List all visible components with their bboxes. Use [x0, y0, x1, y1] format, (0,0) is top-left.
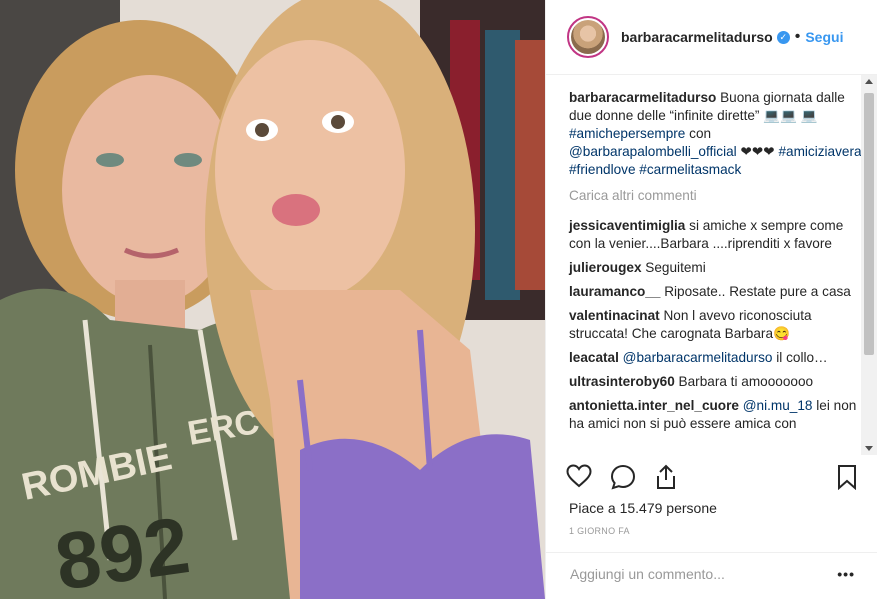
- hashtag-link[interactable]: #friendlove: [569, 162, 636, 177]
- comment-item: jessicaventimiglia si amiche x sempre co…: [569, 217, 862, 253]
- bookmark-icon[interactable]: [837, 464, 857, 490]
- comment-author[interactable]: julierougex: [569, 260, 642, 275]
- post-photo[interactable]: ERC ROMBIE 892: [0, 0, 545, 599]
- post-sidebar: barbaracarmelitadurso ✓ • Segui barbarac…: [545, 0, 877, 599]
- avatar[interactable]: [567, 16, 609, 58]
- comment-author[interactable]: leacatal: [569, 350, 619, 365]
- comment-item: valentinacinat Non l avevo riconosciuta …: [569, 307, 862, 343]
- scroll-up-arrow-icon[interactable]: [865, 79, 873, 84]
- hashtag-link[interactable]: #carmelitasmack: [639, 162, 741, 177]
- comment-item: leacatal @barbaracarmelitadurso il collo…: [569, 349, 862, 367]
- verified-badge-icon: ✓: [776, 30, 790, 44]
- comment-author[interactable]: antonietta.inter_nel_cuore: [569, 398, 739, 413]
- heart-icon[interactable]: [566, 464, 592, 488]
- username-link[interactable]: barbaracarmelitadurso: [621, 29, 773, 45]
- add-comment-input[interactable]: [568, 565, 832, 583]
- load-more-comments-button[interactable]: Carica altri commenti: [569, 187, 862, 205]
- comment-item: julierougex Seguitemi: [569, 259, 862, 277]
- comment-item: lauramanco__ Riposate.. Restate pure a c…: [569, 283, 862, 301]
- caption-author[interactable]: barbaracarmelitadurso: [569, 90, 716, 105]
- caption-emoji: 💻💻: [763, 108, 798, 123]
- comment-author[interactable]: lauramanco__: [569, 284, 660, 299]
- follow-button[interactable]: Segui: [805, 29, 843, 45]
- share-icon[interactable]: [654, 464, 678, 490]
- comments-list: barbaracarmelitadurso Buona giornata dal…: [546, 75, 862, 455]
- more-options-icon[interactable]: •••: [837, 566, 855, 582]
- hashtag-link[interactable]: #amiciziavera: [778, 144, 861, 159]
- hoodie-number: 892: [50, 500, 195, 599]
- post-date[interactable]: 1 GIORNO FA: [569, 526, 630, 536]
- comment-text: Riposate.. Restate pure a casa: [664, 284, 851, 299]
- hashtag-link[interactable]: #amichepersempre: [569, 126, 685, 141]
- caption: barbaracarmelitadurso Buona giornata dal…: [569, 89, 862, 179]
- caption-text-2: con: [689, 126, 712, 141]
- comment-author[interactable]: valentinacinat: [569, 308, 660, 323]
- scroll-down-arrow-icon[interactable]: [865, 446, 873, 451]
- scrollbar-thumb[interactable]: [864, 93, 874, 355]
- caption-hearts: ❤❤❤: [740, 144, 775, 159]
- separator-dot: •: [794, 28, 801, 45]
- comment-item: ultrasinteroby60 Barbara ti amooooooo: [569, 373, 862, 391]
- likes-count[interactable]: Piace a 15.479 persone: [569, 500, 717, 516]
- comments-scrollbar[interactable]: [861, 75, 877, 455]
- comment-text: Seguitemi: [645, 260, 706, 275]
- mention-link[interactable]: @barbaracarmelitadurso: [623, 350, 773, 365]
- comment-text: Barbara ti amooooooo: [678, 374, 814, 389]
- comment-item: antonietta.inter_nel_cuore @ni.mu_18 lei…: [569, 397, 862, 433]
- comment-text: il collo…: [776, 350, 828, 365]
- post-header: barbaracarmelitadurso ✓ • Segui: [546, 0, 877, 75]
- comment-author[interactable]: ultrasinteroby60: [569, 374, 675, 389]
- caption-emoji-2: 💻: [800, 108, 818, 123]
- comment-icon[interactable]: [610, 464, 636, 490]
- post-actions: [566, 460, 857, 496]
- comment-author[interactable]: jessicaventimiglia: [569, 218, 685, 233]
- mention-link[interactable]: @barbarapalombelli_official: [569, 144, 737, 159]
- mention-link[interactable]: @ni.mu_18: [743, 398, 813, 413]
- add-comment-bar: •••: [546, 552, 877, 599]
- selfie-illustration: ERC ROMBIE 892: [0, 0, 545, 599]
